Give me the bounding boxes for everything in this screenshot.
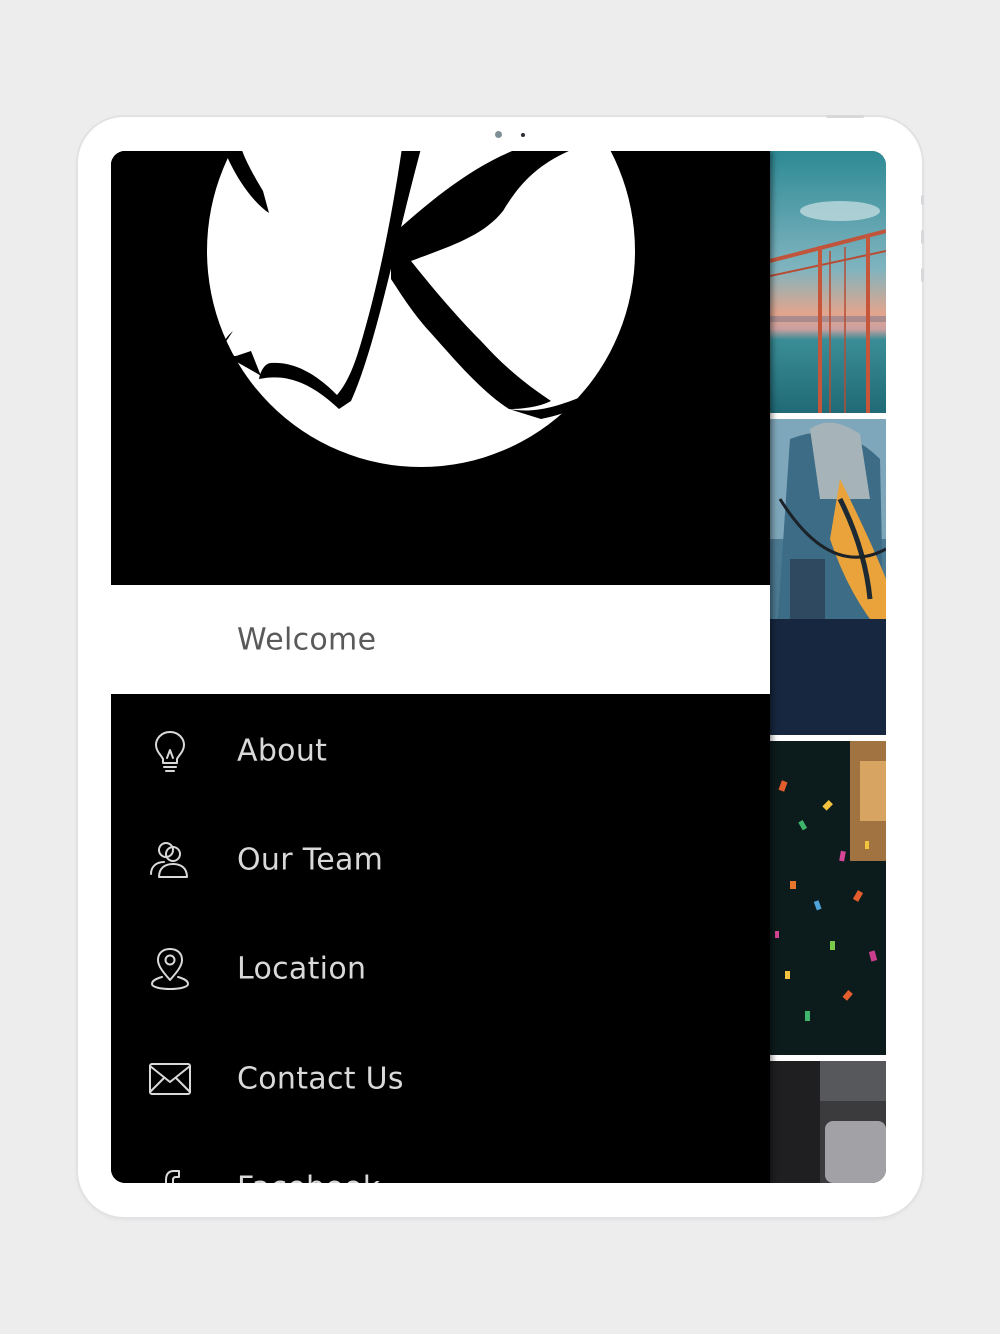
menu-item-label: Contact Us bbox=[237, 1061, 404, 1096]
menu-item-label: About bbox=[237, 733, 328, 768]
facebook-icon bbox=[147, 1165, 193, 1183]
menu-item-location[interactable]: Location bbox=[111, 914, 770, 1023]
menu-item-label: Our Team bbox=[237, 842, 384, 877]
team-icon bbox=[147, 837, 193, 883]
menu-item-facebook[interactable]: Facebook bbox=[111, 1133, 770, 1183]
volume-down-button bbox=[921, 268, 924, 282]
gallery-tile-dark[interactable] bbox=[770, 1061, 886, 1183]
menu-item-welcome[interactable]: Welcome bbox=[111, 585, 770, 694]
front-camera bbox=[495, 131, 502, 138]
menu-item-label: Location bbox=[237, 951, 367, 986]
menu-item-about[interactable]: About bbox=[111, 696, 770, 805]
menu-item-label: Welcome bbox=[237, 622, 377, 657]
volume-up-button bbox=[921, 230, 924, 244]
lightbulb-icon bbox=[147, 728, 193, 774]
app-screen: Welcome About Our Team Location Contact … bbox=[111, 151, 886, 1183]
gallery-tile-person[interactable] bbox=[770, 419, 886, 735]
envelope-icon bbox=[147, 1056, 193, 1102]
side-button bbox=[921, 195, 924, 205]
gallery-strip[interactable] bbox=[770, 151, 886, 1183]
menu-item-contact-us[interactable]: Contact Us bbox=[111, 1024, 770, 1133]
logo-header bbox=[111, 151, 770, 584]
menu-item-our-team[interactable]: Our Team bbox=[111, 805, 770, 914]
location-pin-icon bbox=[147, 946, 193, 992]
gallery-tile-confetti[interactable] bbox=[770, 741, 886, 1055]
menu-item-label: Facebook bbox=[237, 1170, 380, 1183]
navigation-drawer: Welcome About Our Team Location Contact … bbox=[111, 151, 770, 1183]
sensor bbox=[521, 133, 525, 137]
r-logo-icon bbox=[111, 151, 770, 584]
gallery-tile-bridge[interactable] bbox=[770, 151, 886, 413]
power-button bbox=[826, 115, 864, 118]
